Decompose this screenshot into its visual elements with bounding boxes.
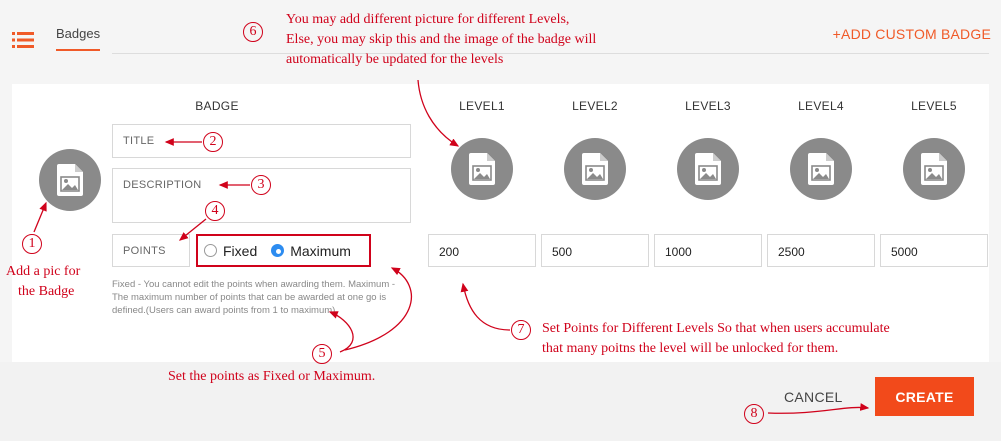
- level4-image-upload[interactable]: [790, 138, 852, 200]
- form-footer: [0, 362, 1001, 441]
- radio-fixed[interactable]: [204, 244, 217, 257]
- level1-points-input[interactable]: 200: [428, 234, 536, 267]
- annotation-7-line-1: Set Points for Different Levels So that …: [542, 321, 890, 336]
- add-custom-badge-button[interactable]: +ADD CUSTOM BADGE: [833, 26, 991, 42]
- level5-points-input[interactable]: 5000: [880, 234, 988, 267]
- annotation-number-3: 3: [251, 175, 271, 195]
- image-file-icon: [469, 153, 495, 185]
- annotation-1-line-1: Add a pic for: [6, 264, 81, 279]
- radio-maximum-label[interactable]: Maximum: [290, 243, 351, 259]
- annotation-5-text: Set the points as Fixed or Maximum.: [168, 369, 376, 384]
- annotation-number-4: 4: [205, 201, 225, 221]
- badge-image-upload[interactable]: [39, 149, 101, 211]
- annotation-number-1: 1: [22, 234, 42, 254]
- annotation-6-text: You may add different picture for differ…: [286, 10, 596, 70]
- level3-points-input[interactable]: 1000: [654, 234, 762, 267]
- annotation-number-8: 8: [744, 404, 764, 424]
- level5-image-upload[interactable]: [903, 138, 965, 200]
- annotation-number-5: 5: [312, 344, 332, 364]
- title-input[interactable]: TITLE: [112, 124, 411, 158]
- level1-heading: LEVEL1: [459, 99, 505, 113]
- level4-heading: LEVEL4: [798, 99, 844, 113]
- menu-icon[interactable]: [12, 31, 34, 49]
- level5-heading: LEVEL5: [911, 99, 957, 113]
- annotation-number-6: 6: [243, 22, 263, 42]
- image-file-icon: [57, 164, 83, 196]
- image-file-icon: [582, 153, 608, 185]
- points-placeholder: POINTS: [123, 245, 166, 257]
- level2-heading: LEVEL2: [572, 99, 618, 113]
- tab-badges[interactable]: Badges: [56, 26, 101, 51]
- level4-points-input[interactable]: 2500: [767, 234, 875, 267]
- level2-image-upload[interactable]: [564, 138, 626, 200]
- radio-fixed-label[interactable]: Fixed: [223, 243, 257, 259]
- badge-heading: BADGE: [195, 99, 239, 113]
- points-type-radio-group: Fixed Maximum: [196, 234, 371, 267]
- level2-points-input[interactable]: 500: [541, 234, 649, 267]
- annotation-6-line-3: automatically be updated for the levels: [286, 52, 504, 67]
- cancel-button[interactable]: CANCEL: [784, 389, 843, 405]
- annotation-1-text: Add a pic for the Badge: [6, 262, 80, 302]
- annotation-1-line-2: the Badge: [18, 284, 75, 299]
- points-input[interactable]: POINTS: [112, 234, 190, 267]
- annotation-6-line-1: You may add different picture for differ…: [286, 12, 570, 27]
- image-file-icon: [921, 153, 947, 185]
- annotation-7-line-2: that many poitns the level will be unloc…: [542, 341, 839, 356]
- image-file-icon: [695, 153, 721, 185]
- level1-image-upload[interactable]: [451, 138, 513, 200]
- points-help-text: Fixed - You cannot edit the points when …: [112, 279, 396, 316]
- level3-image-upload[interactable]: [677, 138, 739, 200]
- annotation-7-text: Set Points for Different Levels So that …: [542, 319, 890, 359]
- image-file-icon: [808, 153, 834, 185]
- create-button[interactable]: CREATE: [875, 377, 974, 416]
- annotation-6-line-2: Else, you may skip this and the image of…: [286, 32, 597, 47]
- description-placeholder: DESCRIPTION: [123, 179, 202, 191]
- radio-maximum[interactable]: [271, 244, 285, 257]
- annotation-number-2: 2: [203, 132, 223, 152]
- title-placeholder: TITLE: [123, 135, 155, 147]
- annotation-number-7: 7: [511, 320, 531, 340]
- level3-heading: LEVEL3: [685, 99, 731, 113]
